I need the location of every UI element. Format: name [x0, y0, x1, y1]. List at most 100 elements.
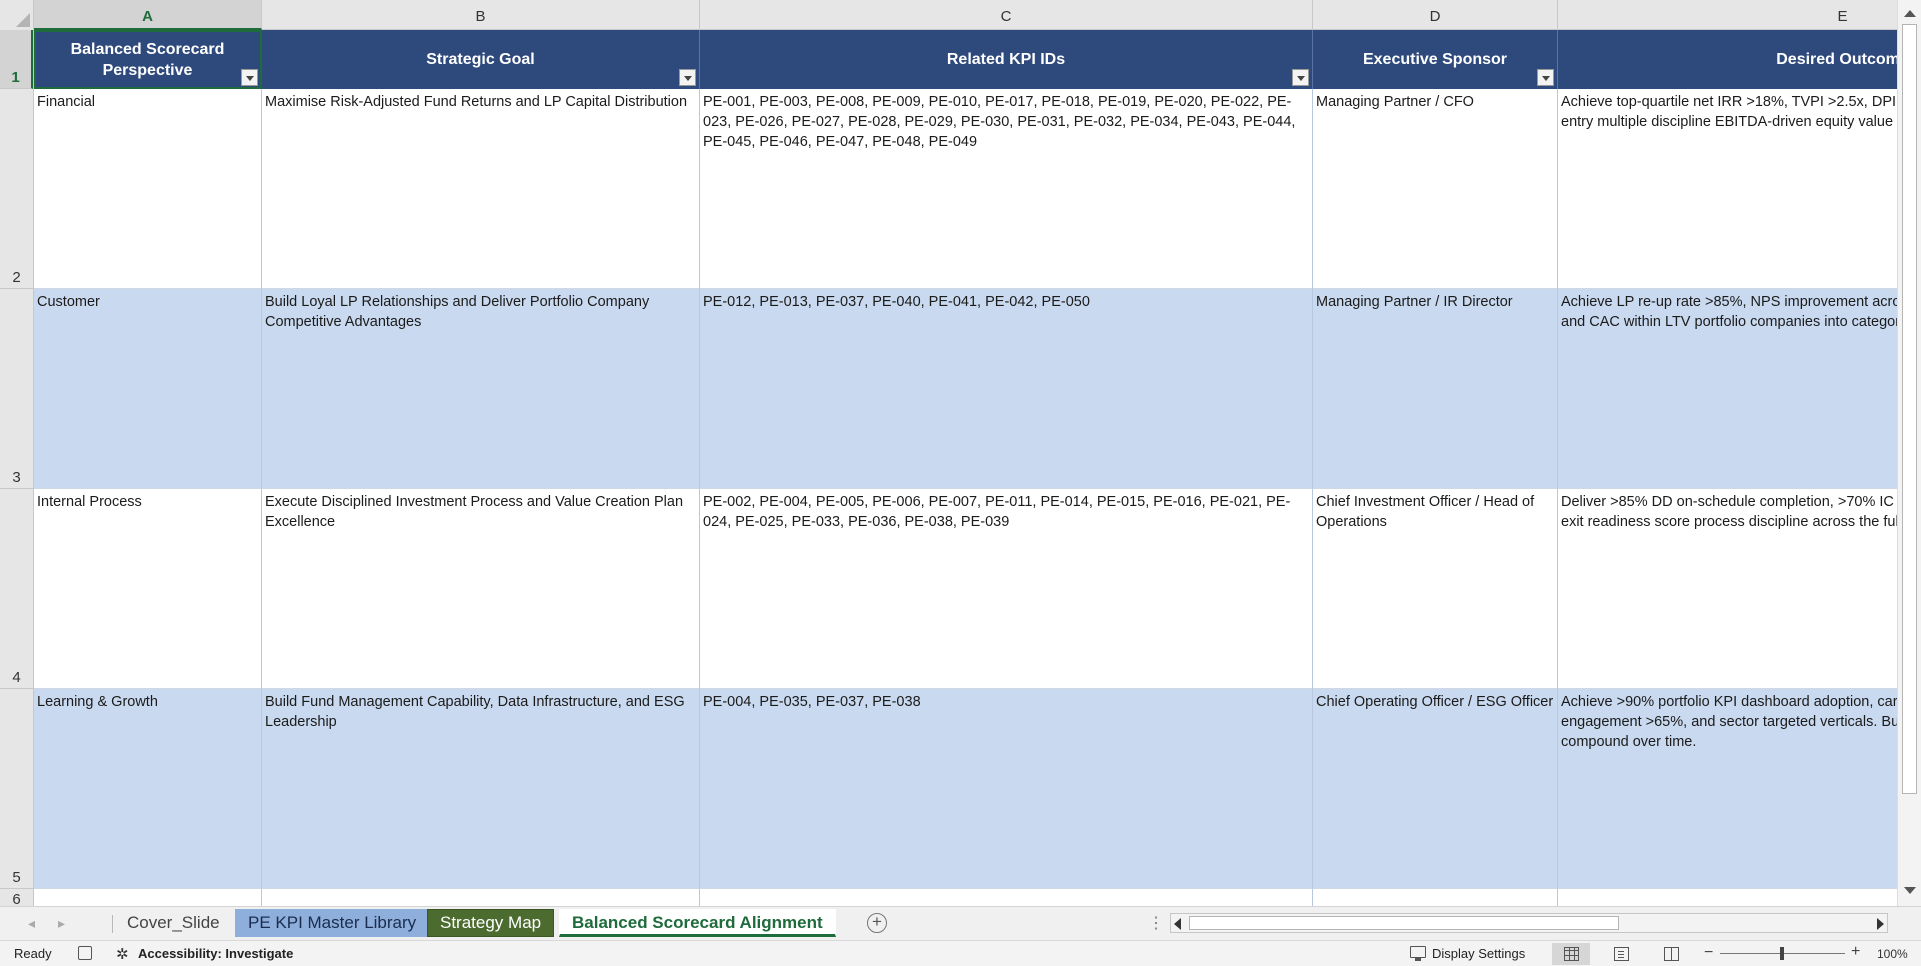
row-number-1: 1 — [11, 69, 20, 86]
vertical-scrollbar[interactable] — [1897, 0, 1921, 906]
row-number-2: 2 — [12, 269, 21, 286]
cell-perspective[interactable]: Customer — [34, 289, 262, 489]
macro-record-icon[interactable] — [78, 946, 92, 960]
header-cell-sponsor[interactable]: Executive Sponsor — [1313, 30, 1558, 89]
display-settings-button[interactable]: Display Settings — [1432, 946, 1525, 961]
cell-outcome[interactable]: Achieve top-quartile net IRR >18%, TVPI … — [1558, 89, 1897, 289]
tab-balanced-scorecard-alignment[interactable]: Balanced Scorecard Alignment — [559, 909, 836, 937]
cell-kpis[interactable]: PE-001, PE-003, PE-008, PE-009, PE-010, … — [700, 89, 1313, 289]
tab-strategy-map[interactable]: Strategy Map — [427, 909, 555, 937]
cell-outcome[interactable]: Achieve >90% portfolio KPI dashboard ado… — [1558, 689, 1897, 889]
cell-sponsor[interactable]: Chief Operating Officer / ESG Officer — [1313, 689, 1558, 889]
header-label-sponsor: Executive Sponsor — [1362, 51, 1508, 68]
table-row: Customer Build Loyal LP Relationships an… — [34, 289, 1897, 489]
tab-cover-slide[interactable]: Cover_Slide — [114, 909, 233, 937]
table-row: Internal Process Execute Disciplined Inv… — [34, 489, 1897, 689]
filter-dropdown-icon[interactable] — [1537, 69, 1554, 86]
zoom-in-icon[interactable]: + — [1851, 943, 1860, 961]
zoom-slider-thumb[interactable] — [1780, 947, 1784, 960]
column-header-c[interactable]: C — [700, 0, 1313, 30]
cell-empty[interactable] — [1558, 889, 1897, 906]
column-header-b[interactable]: B — [262, 0, 700, 30]
row-header-1[interactable]: 1 — [0, 30, 33, 89]
row-number-5: 5 — [12, 869, 21, 886]
filter-dropdown-icon[interactable] — [241, 69, 258, 86]
cell-goal[interactable]: Maximise Risk-Adjusted Fund Returns and … — [262, 89, 700, 289]
row-header-2[interactable]: 2 — [0, 89, 33, 289]
status-bar: Ready ✲ Accessibility: Investigate Displ… — [0, 940, 1921, 966]
header-cell-outcome[interactable]: Desired Outcome — [1558, 30, 1897, 89]
row-header-5[interactable]: 5 — [0, 689, 33, 889]
header-cell-perspective[interactable]: Balanced Scorecard Perspective — [34, 30, 262, 89]
select-all-corner[interactable] — [0, 0, 34, 30]
cell-sponsor[interactable]: Managing Partner / CFO — [1313, 89, 1558, 289]
cell-empty[interactable] — [262, 889, 700, 906]
cell-goal[interactable]: Execute Disciplined Investment Process a… — [262, 489, 700, 689]
row-header-6[interactable]: 6 — [0, 889, 33, 906]
row-header-4[interactable]: 4 — [0, 489, 33, 689]
filter-dropdown-icon[interactable] — [1292, 69, 1309, 86]
header-label-outcome: Desired Outcome — [1776, 51, 1897, 68]
column-header-bar: A B C D E — [0, 0, 1921, 30]
column-header-d[interactable]: D — [1313, 0, 1558, 30]
worksheet-grid[interactable]: Balanced Scorecard Perspective Strategic… — [34, 30, 1897, 906]
cell-empty[interactable] — [1313, 889, 1558, 906]
cell-empty[interactable] — [34, 889, 262, 906]
page-break-button[interactable] — [1652, 943, 1690, 965]
display-settings-icon[interactable] — [1410, 946, 1426, 961]
cell-kpis[interactable]: PE-004, PE-035, PE-037, PE-038 — [700, 689, 1313, 889]
scroll-right-icon[interactable] — [1877, 918, 1884, 930]
cell-sponsor[interactable]: Managing Partner / IR Director — [1313, 289, 1558, 489]
zoom-level[interactable]: 100% — [1877, 947, 1908, 961]
row-header-3[interactable]: 3 — [0, 289, 33, 489]
page-break-icon — [1664, 947, 1679, 961]
select-all-triangle-icon — [16, 13, 30, 27]
scroll-left-icon[interactable] — [1174, 918, 1181, 930]
vertical-scroll-thumb[interactable] — [1902, 24, 1917, 794]
page-layout-button[interactable] — [1602, 943, 1640, 965]
table-row: Financial Maximise Risk-Adjusted Fund Re… — [34, 89, 1897, 289]
horizontal-scrollbar[interactable] — [1170, 913, 1888, 933]
normal-view-button[interactable] — [1552, 943, 1590, 965]
scroll-down-icon[interactable] — [1904, 887, 1916, 894]
tab-pe-kpi-master-library[interactable]: PE KPI Master Library — [235, 909, 430, 937]
empty-row — [34, 889, 1897, 906]
cell-empty[interactable] — [700, 889, 1313, 906]
cell-sponsor[interactable]: Chief Investment Officer / Head of Opera… — [1313, 489, 1558, 689]
tab-splitter-icon[interactable]: ⋮ — [1148, 913, 1164, 933]
cell-perspective[interactable]: Learning & Growth — [34, 689, 262, 889]
cell-kpis[interactable]: PE-002, PE-004, PE-005, PE-006, PE-007, … — [700, 489, 1313, 689]
zoom-out-icon[interactable]: − — [1704, 944, 1713, 962]
table-header-row: Balanced Scorecard Perspective Strategic… — [34, 30, 1897, 89]
header-label-kpis: Related KPI IDs — [946, 51, 1066, 68]
row-number-4: 4 — [12, 669, 21, 686]
accessibility-icon[interactable]: ✲ — [116, 945, 129, 963]
page-layout-icon — [1614, 947, 1629, 961]
header-label-goal: Strategic Goal — [426, 51, 535, 68]
header-cell-goal[interactable]: Strategic Goal — [262, 30, 700, 89]
header-cell-kpis[interactable]: Related KPI IDs — [700, 30, 1313, 89]
horizontal-scroll-thumb[interactable] — [1189, 916, 1619, 930]
cell-kpis[interactable]: PE-012, PE-013, PE-037, PE-040, PE-041, … — [700, 289, 1313, 489]
row-number-3: 3 — [12, 469, 21, 486]
cell-goal[interactable]: Build Fund Management Capability, Data I… — [262, 689, 700, 889]
cell-perspective[interactable]: Financial — [34, 89, 262, 289]
add-sheet-icon[interactable]: + — [867, 913, 887, 933]
column-header-e[interactable]: E — [1558, 0, 1921, 30]
status-ready: Ready — [14, 946, 52, 961]
column-header-a[interactable]: A — [34, 0, 262, 30]
grid-view-icon — [1564, 947, 1579, 961]
header-label-perspective: Balanced Scorecard Perspective — [70, 40, 225, 79]
filter-dropdown-icon[interactable] — [679, 69, 696, 86]
row-number-6: 6 — [12, 891, 21, 906]
cell-outcome[interactable]: Deliver >85% DD on-schedule completion, … — [1558, 489, 1897, 689]
cell-perspective[interactable]: Internal Process — [34, 489, 262, 689]
tab-scroll-left-icon[interactable]: ◂ — [28, 915, 35, 932]
cell-goal[interactable]: Build Loyal LP Relationships and Deliver… — [262, 289, 700, 489]
tab-separator — [112, 915, 113, 933]
cell-outcome[interactable]: Achieve LP re-up rate >85%, NPS improvem… — [1558, 289, 1897, 489]
scroll-up-icon[interactable] — [1904, 10, 1916, 17]
tab-scroll-right-icon[interactable]: ▸ — [58, 915, 65, 932]
sheet-tab-bar: ◂ ▸ Cover_Slide PE KPI Master Library St… — [0, 906, 1921, 940]
accessibility-status[interactable]: Accessibility: Investigate — [138, 946, 293, 961]
